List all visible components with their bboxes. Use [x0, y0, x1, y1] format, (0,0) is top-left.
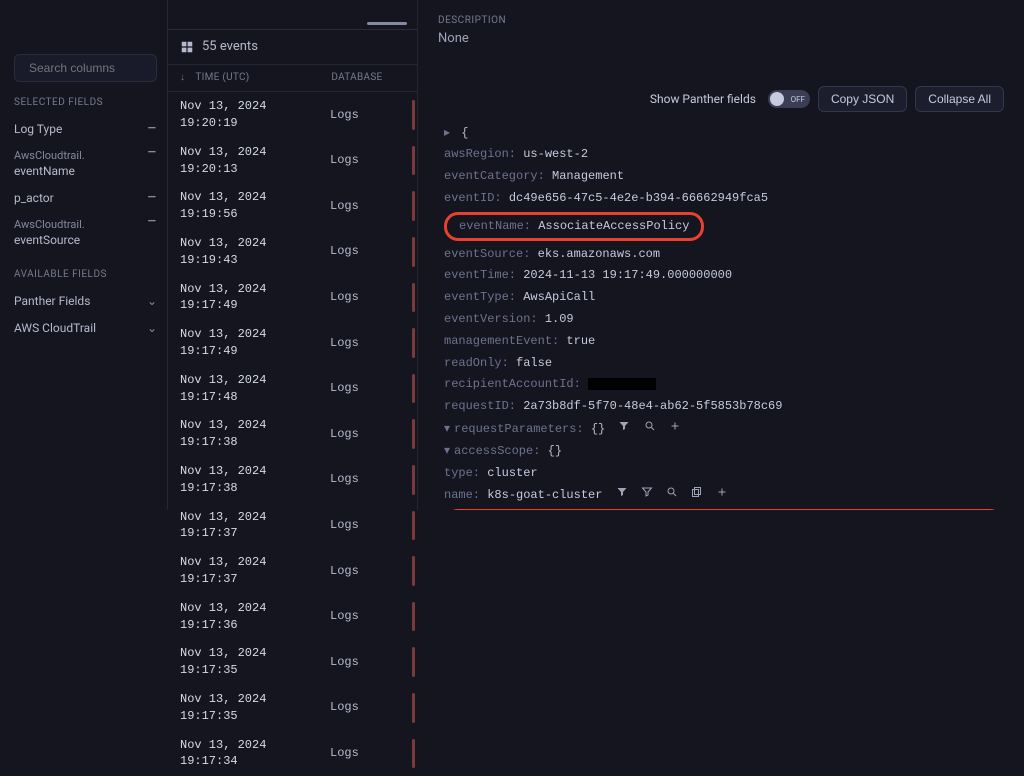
copy-json-button[interactable]: Copy JSON	[818, 86, 907, 112]
filter-icon	[618, 420, 630, 432]
available-field[interactable]: AWS CloudTrail⌄	[14, 315, 157, 342]
copy-icon	[691, 486, 703, 498]
selected-field[interactable]: AwsCloudtrail.−eventName	[14, 143, 157, 185]
col-database[interactable]: DATABASE	[331, 71, 382, 85]
table-row[interactable]: Nov 13, 2024 19:17:34Logs	[168, 731, 417, 776]
table-row[interactable]: Nov 13, 2024 19:19:43Logs	[168, 229, 417, 275]
events-icon	[180, 40, 194, 54]
description-label: DESCRIPTION	[438, 14, 1004, 28]
sort-icon[interactable]: ↓	[180, 71, 185, 85]
expand-icon[interactable]: ▾	[444, 443, 454, 460]
search-icon	[666, 486, 678, 498]
table-row[interactable]: Nov 13, 2024 19:17:35Logs	[168, 685, 417, 731]
selected-field[interactable]: AwsCloudtrail.−eventSource	[14, 212, 157, 254]
selected-field[interactable]: Log Type−	[14, 116, 157, 143]
collapse-all-button[interactable]: Collapse All	[915, 86, 1004, 112]
table-row[interactable]: Nov 13, 2024 19:17:49Logs	[168, 320, 417, 366]
filter-out-icon	[641, 486, 653, 498]
panther-toggle-label: Show Panther fields	[650, 91, 756, 108]
events-count: 55 events	[202, 38, 258, 56]
table-row[interactable]: Nov 13, 2024 19:17:49Logs	[168, 275, 417, 321]
table-row[interactable]: Nov 13, 2024 19:20:13Logs	[168, 138, 417, 184]
available-field[interactable]: Panther Fields⌄	[14, 288, 157, 315]
selected-fields-header: SELECTED FIELDS	[14, 96, 157, 110]
expand-icon[interactable]: ▸	[444, 125, 454, 142]
table-row[interactable]: Nov 13, 2024 19:17:37Logs	[168, 503, 417, 549]
table-row[interactable]: Nov 13, 2024 19:17:38Logs	[168, 411, 417, 457]
available-fields-header: AVAILABLE FIELDS	[14, 268, 157, 282]
redacted-account-id	[588, 378, 656, 390]
col-time[interactable]: TIME (UTC)	[195, 71, 325, 85]
selected-field[interactable]: p_actor−	[14, 185, 157, 212]
plus-icon	[669, 420, 681, 432]
filter-icon	[616, 486, 628, 498]
table-row[interactable]: Nov 13, 2024 19:20:19Logs	[168, 92, 417, 138]
highlight-eventname: eventName: AssociateAccessPolicy	[444, 212, 704, 241]
search-icon	[644, 420, 656, 432]
expand-icon[interactable]: ▾	[444, 421, 454, 438]
top-bar	[168, 0, 417, 30]
table-row[interactable]: Nov 13, 2024 19:17:36Logs	[168, 594, 417, 640]
table-row[interactable]: Nov 13, 2024 19:19:56Logs	[168, 183, 417, 229]
panther-toggle[interactable]: OFF	[768, 90, 810, 108]
table-row[interactable]: Nov 13, 2024 19:17:35Logs	[168, 639, 417, 685]
table-row[interactable]: Nov 13, 2024 19:17:38Logs	[168, 457, 417, 503]
table-row[interactable]: Nov 13, 2024 19:17:48Logs	[168, 366, 417, 412]
plus-icon	[716, 486, 728, 498]
search-input[interactable]	[14, 54, 157, 82]
description-value: None	[438, 30, 1004, 48]
table-row[interactable]: Nov 13, 2024 19:17:37Logs	[168, 548, 417, 594]
